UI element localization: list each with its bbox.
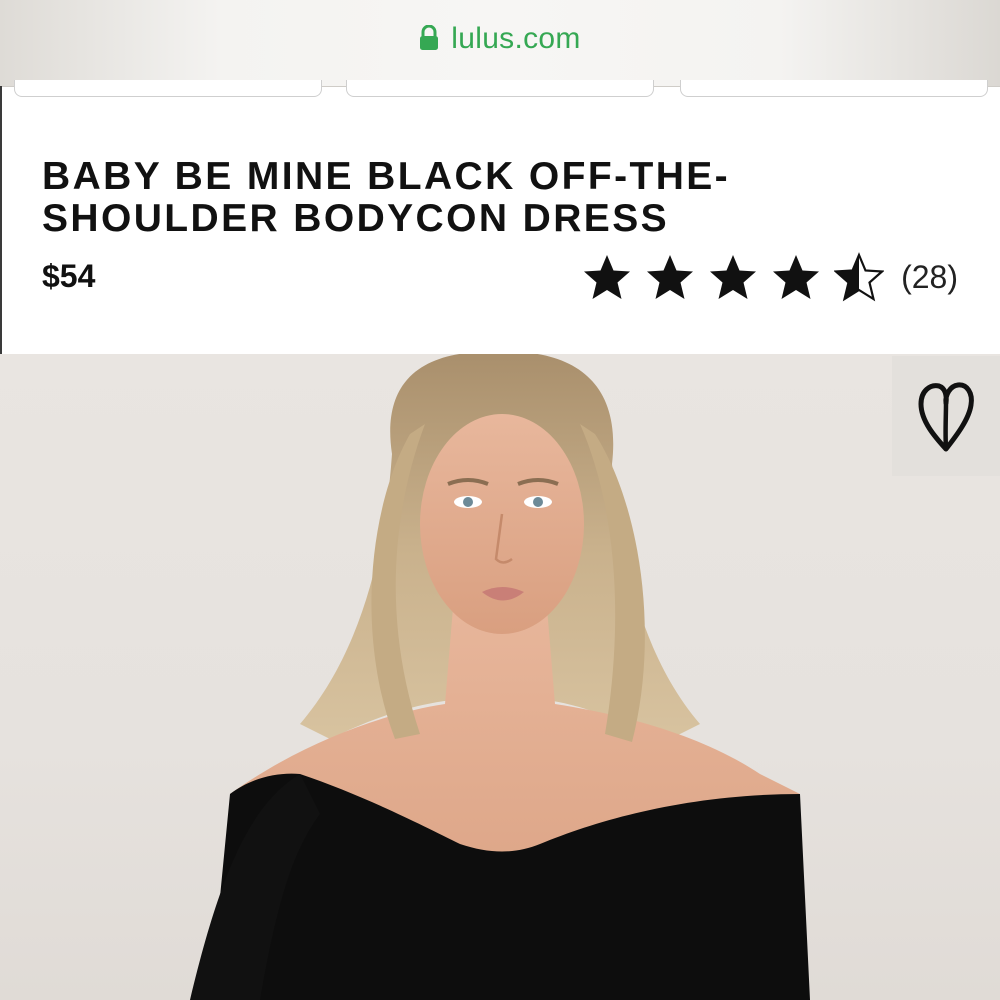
wishlist-button[interactable] — [892, 356, 1000, 476]
carousel-card[interactable] — [346, 80, 654, 97]
url-display[interactable]: lulus.com — [0, 22, 1000, 59]
product-image[interactable] — [0, 354, 1000, 1000]
star-half-icon — [834, 252, 885, 302]
product-title: BABY BE MINE BLACK OFF-THE- SHOULDER BOD… — [42, 156, 802, 240]
model-photo — [190, 354, 810, 1000]
star-full-icon — [710, 255, 757, 299]
url-text: lulus.com — [451, 22, 581, 55]
product-page: lulus.com BABY BE MINE BLACK OFF-THE- SH… — [0, 0, 1000, 1000]
review-count[interactable]: (28) — [901, 259, 958, 296]
star-rating[interactable]: (28) — [582, 252, 958, 302]
lock-icon — [419, 24, 439, 59]
page-edge — [0, 86, 2, 356]
product-title-line: SHOULDER BODYCON DRESS — [42, 197, 670, 240]
product-title-line: BABY BE MINE BLACK OFF-THE- — [42, 155, 731, 198]
star-full-icon — [647, 255, 694, 299]
product-price: $54 — [42, 258, 96, 294]
carousel-card[interactable] — [680, 80, 988, 97]
star-full-icon — [584, 255, 631, 299]
heart-icon — [918, 382, 974, 452]
star-full-icon — [773, 255, 820, 299]
browser-address-bar[interactable]: lulus.com — [0, 0, 1000, 87]
carousel-card[interactable] — [14, 80, 322, 97]
